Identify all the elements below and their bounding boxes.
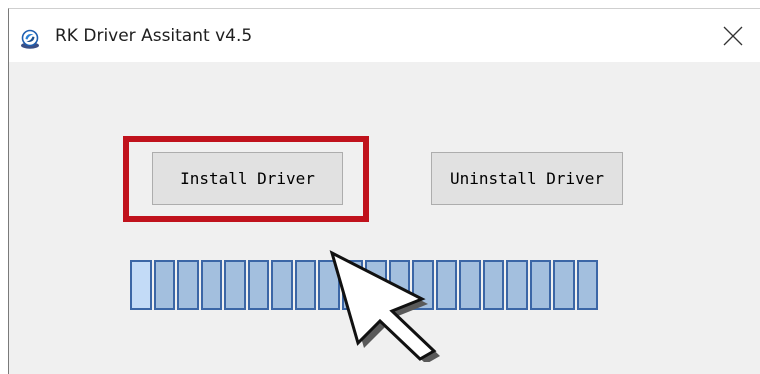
- uninstall-driver-button[interactable]: Uninstall Driver: [431, 152, 623, 205]
- progress-segment: [435, 260, 457, 310]
- client-area: Install Driver Uninstall Driver: [9, 62, 760, 374]
- close-button[interactable]: [710, 9, 760, 62]
- progress-segment: [459, 260, 481, 310]
- progress-segment: [553, 260, 575, 310]
- rk-app-icon: [21, 29, 39, 49]
- progress-segment: [318, 260, 340, 310]
- progress-segment: [576, 260, 598, 310]
- title-bar[interactable]: RK Driver Assitant v4.5: [9, 9, 760, 62]
- progress-segment: [177, 260, 199, 310]
- progress-segment: [224, 260, 246, 310]
- progress-segment: [294, 260, 316, 310]
- progress-segment: [506, 260, 528, 310]
- progress-segment: [247, 260, 269, 310]
- install-driver-button[interactable]: Install Driver: [152, 152, 343, 205]
- progress-segment: [153, 260, 175, 310]
- progress-segment: [412, 260, 434, 310]
- progress-segment: [200, 260, 222, 310]
- progress-segment: [130, 260, 152, 310]
- progress-segment: [482, 260, 504, 310]
- progress-segment: [529, 260, 551, 310]
- app-window: RK Driver Assitant v4.5 Install Driver U…: [8, 8, 760, 374]
- progress-segment: [271, 260, 293, 310]
- window-title: RK Driver Assitant v4.5: [55, 26, 253, 46]
- progress-segment: [365, 260, 387, 310]
- close-icon: [723, 26, 743, 46]
- progress-segment: [388, 260, 410, 310]
- progress-bar: [130, 260, 598, 310]
- progress-segment: [341, 260, 363, 310]
